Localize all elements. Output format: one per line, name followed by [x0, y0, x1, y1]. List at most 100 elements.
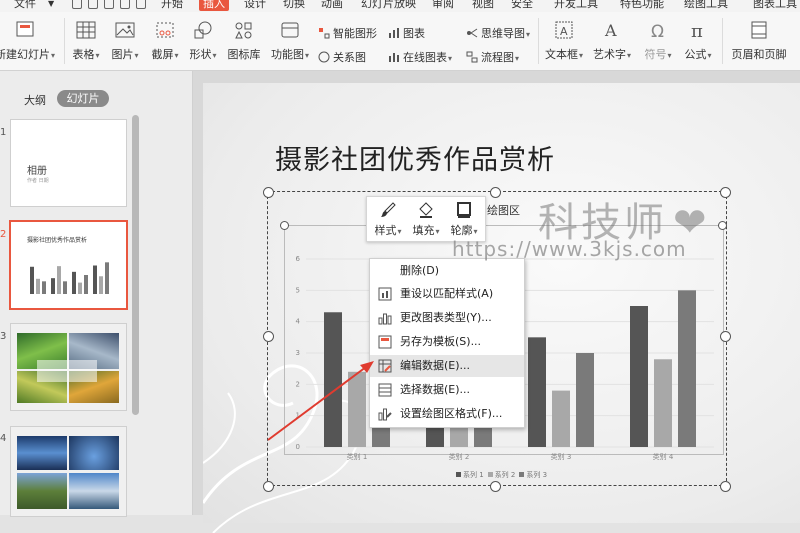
tab-slides[interactable]: 幻灯片 [57, 90, 109, 107]
menu-save-as-template[interactable]: 另存为模板(S)... [370, 331, 524, 353]
formula-button[interactable]: π 公式▾ [680, 20, 716, 62]
ribbon: 新建幻灯片▾ 表格▾ 图片▾ 截屏▾ 形状▾ 图标库 功能图▾ 智能图形 图表 … [0, 12, 800, 71]
resize-handle[interactable] [263, 331, 274, 342]
menu-file[interactable]: 文件 [14, 0, 36, 11]
chart-button[interactable]: 图表 [388, 26, 425, 42]
slide-number: 1 [0, 127, 7, 138]
textbox-icon: A [555, 21, 573, 39]
style-button[interactable]: 样式▾ [369, 199, 407, 238]
resize-handle[interactable] [490, 187, 501, 198]
menu-animation[interactable]: 动画 [321, 0, 343, 11]
menu-delete[interactable]: 删除(D) [370, 260, 524, 282]
menu-format-plot-area[interactable]: 设置绘图区格式(F)... [370, 403, 524, 425]
svg-text:π: π [691, 21, 703, 40]
resize-handle[interactable] [490, 481, 501, 492]
resize-handle[interactable] [720, 481, 731, 492]
bar-3-4[interactable] [678, 290, 696, 447]
outline-icon [457, 202, 471, 218]
slide-thumbnail-3[interactable] [10, 323, 127, 411]
bar-3-3[interactable] [576, 353, 594, 447]
function-chart-button[interactable]: 功能图▾ [268, 20, 312, 62]
online-chart-button[interactable]: 在线图表▾ [388, 50, 452, 66]
resize-handle[interactable] [720, 331, 731, 342]
thumb-bar [105, 262, 109, 294]
menu-features[interactable]: 特色功能 [620, 0, 664, 11]
bar-1-4[interactable] [630, 306, 648, 447]
panel-scrollbar[interactable] [132, 115, 139, 415]
print-icon[interactable] [88, 0, 98, 9]
icon-library-button[interactable]: 图标库 [226, 20, 262, 62]
thumb-photo [69, 473, 119, 509]
symbol-button[interactable]: Ω 符号▾ [640, 20, 676, 62]
resize-handle[interactable] [263, 187, 274, 198]
menu-slideshow[interactable]: 幻灯片放映 [361, 0, 416, 11]
textbox-button[interactable]: A 文本框▾ [544, 20, 584, 62]
table-button[interactable]: 表格▾ [70, 20, 102, 62]
bar-1-3[interactable] [528, 337, 546, 447]
preview-icon[interactable] [104, 0, 114, 9]
menu-edit-data[interactable]: 编辑数据(E)... [370, 355, 524, 377]
slide-thumbnail-1[interactable]: 相册 作者 日期 [10, 119, 127, 207]
plot-handle[interactable] [280, 221, 289, 230]
category-label: 类别 3 [551, 452, 572, 461]
thumb-bar [30, 266, 34, 294]
shape-button[interactable]: 形状▾ [186, 20, 220, 62]
context-menu: 删除(D) 重设以匹配样式(A) 更改图表类型(Y)... 另存为模板(S)..… [369, 258, 525, 428]
slide-panel: 大纲 幻灯片 1 相册 作者 日期 2 摄影社团优秀作品赏析 3 4 [0, 71, 193, 517]
menu-review[interactable]: 审阅 [432, 0, 454, 11]
wordart-button[interactable]: A 艺术字▾ [592, 20, 632, 62]
resize-handle[interactable] [263, 481, 274, 492]
bar-2-3[interactable] [552, 390, 570, 447]
category-label: 类别 2 [449, 452, 470, 461]
plot-handle[interactable] [718, 221, 727, 230]
bar-2-4[interactable] [654, 359, 672, 447]
header-footer-button[interactable]: 页眉和页脚 [728, 20, 790, 62]
plot-area-selector[interactable]: 绘图区 [487, 202, 520, 218]
menu-home[interactable]: 开始 [161, 0, 183, 11]
menu-change-chart-type[interactable]: 更改图表类型(Y)... [370, 307, 524, 329]
new-slide-button[interactable]: 新建幻灯片▾ [0, 20, 60, 62]
formula-label: 公式 [684, 48, 707, 61]
thumb-bar [84, 275, 88, 294]
slide-title[interactable]: 摄影社团优秀作品赏析 [275, 138, 555, 177]
menu-reset-style[interactable]: 重设以匹配样式(A) [370, 283, 524, 305]
flowchart-button[interactable]: 流程图▾ [466, 50, 519, 66]
relation-label: 关系图 [333, 51, 366, 64]
slide-thumbnail-2[interactable]: 摄影社团优秀作品赏析 [9, 220, 128, 310]
chevron-down-icon[interactable]: ▼ [48, 0, 54, 11]
ribbon-divider [722, 18, 723, 64]
resize-handle[interactable] [720, 187, 731, 198]
slide-thumbnail-4[interactable] [10, 426, 127, 517]
category-label: 类别 1 [347, 452, 368, 461]
smart-art-button[interactable]: 智能图形 [318, 26, 377, 42]
menu-chart-tools[interactable]: 图表工具 [753, 0, 797, 11]
menu-select-data[interactable]: 选择数据(E)... [370, 379, 524, 401]
menu-view[interactable]: 视图 [472, 0, 494, 11]
undo-icon[interactable] [120, 0, 130, 9]
menu-transition[interactable]: 切换 [283, 0, 305, 11]
redo-icon[interactable] [136, 0, 146, 9]
relation-icon [318, 51, 330, 63]
menu-insert[interactable]: 插入 [199, 0, 229, 11]
menu-security[interactable]: 安全 [511, 0, 533, 11]
picture-button[interactable]: 图片▾ [108, 20, 142, 62]
menu-devtools[interactable]: 开发工具 [554, 0, 598, 11]
relation-chart-button[interactable]: 关系图 [318, 50, 366, 66]
icon-library-label: 图标库 [227, 48, 261, 61]
mind-map-label: 思维导图 [481, 27, 525, 40]
outline-button[interactable]: 轮廓▾ [445, 199, 483, 238]
paint-bucket-icon [419, 202, 433, 218]
watermark-url: https://www.3kjs.com [452, 237, 687, 261]
menu-label: 另存为模板(S)... [400, 335, 482, 348]
mind-map-button[interactable]: 思维导图▾ [466, 26, 530, 42]
menu-design[interactable]: 设计 [244, 0, 266, 11]
red-arrow-annotation [267, 361, 374, 441]
save-icon[interactable] [72, 0, 82, 9]
svg-text:Ω: Ω [651, 22, 664, 40]
table-label: 表格 [72, 48, 95, 61]
screenshot-button[interactable]: 截屏▾ [148, 20, 182, 62]
picture-label: 图片 [111, 48, 134, 61]
fill-button[interactable]: 填充▾ [407, 199, 445, 238]
tab-outline[interactable]: 大纲 [24, 92, 46, 108]
menu-drawing-tools[interactable]: 绘图工具 [684, 0, 728, 11]
